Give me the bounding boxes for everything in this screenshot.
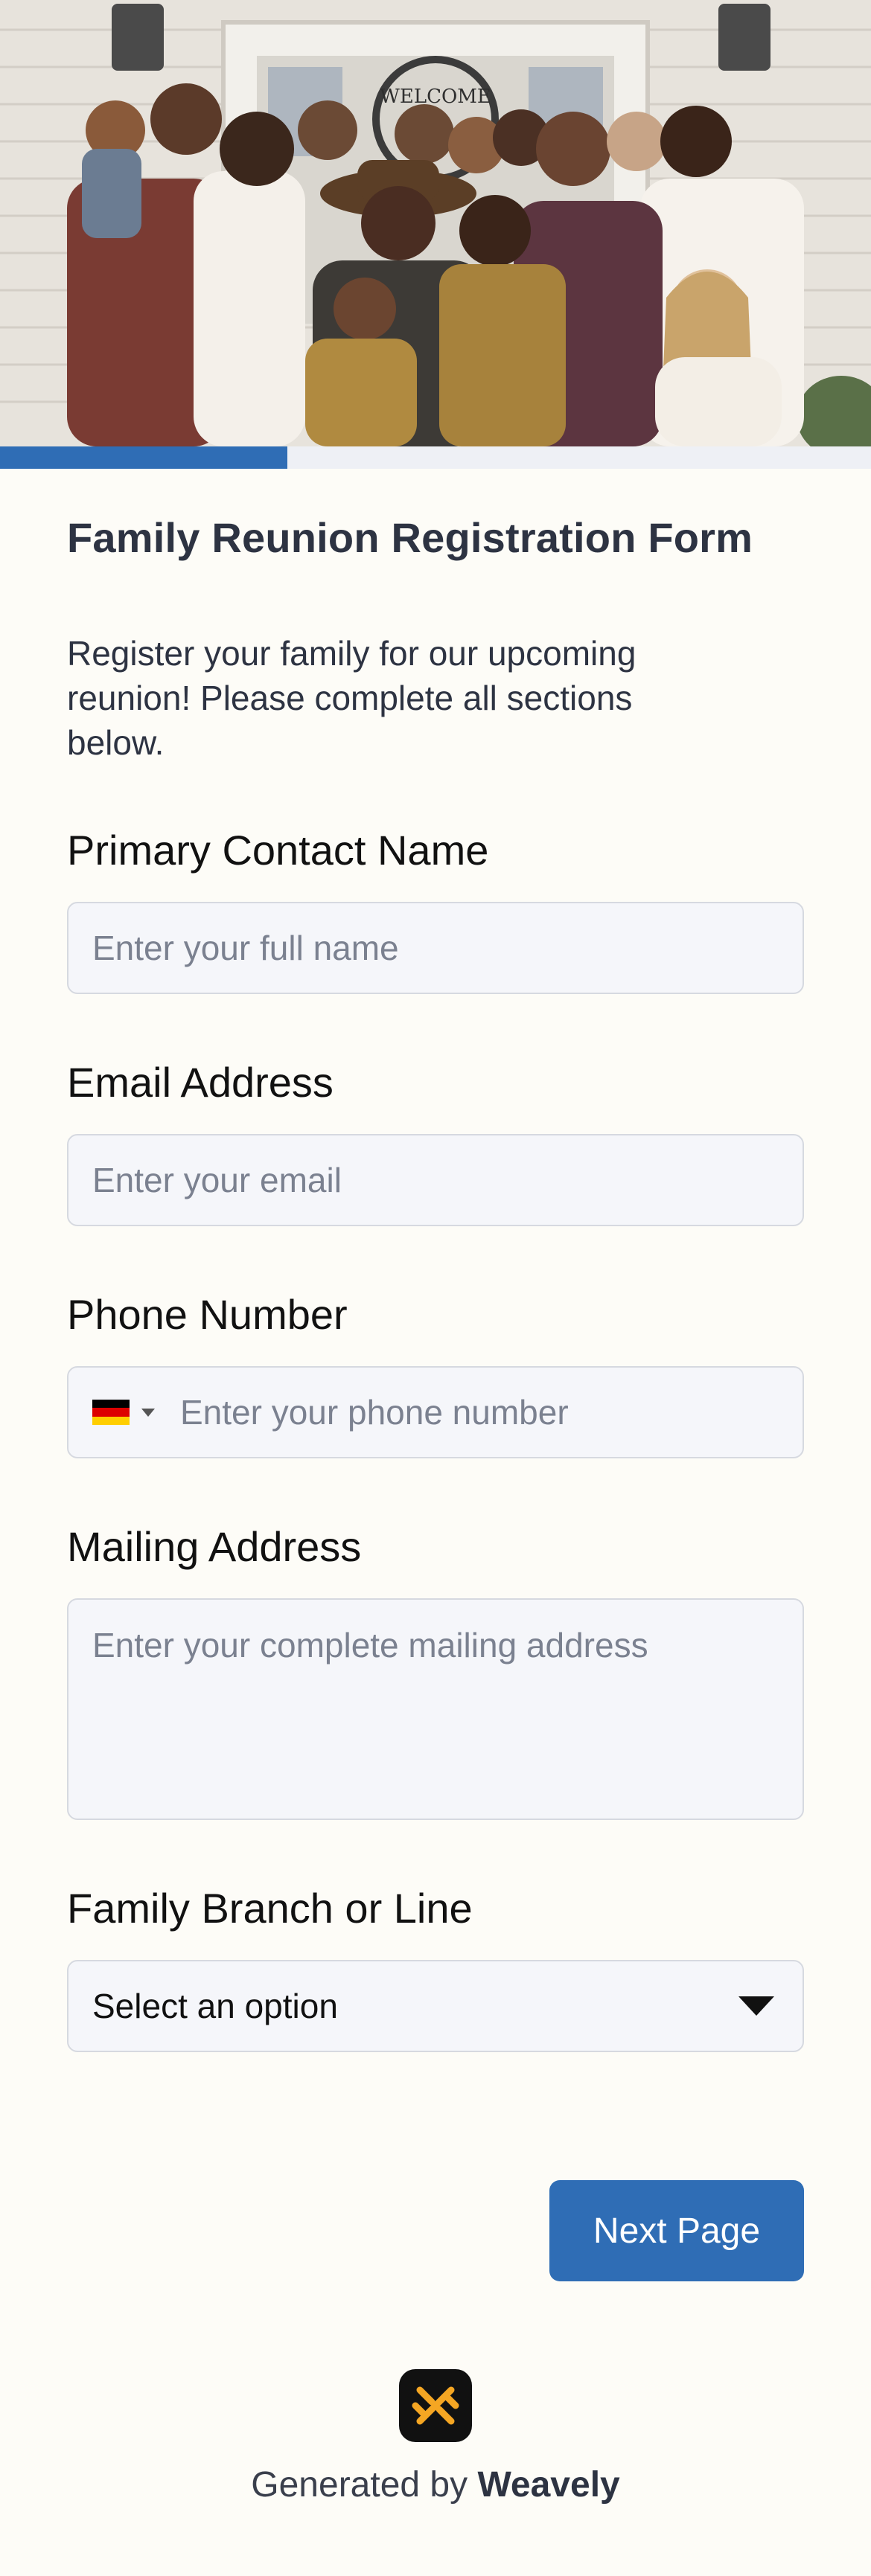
footer-prefix: Generated by	[251, 2465, 478, 2505]
name-placeholder: Enter your full name	[92, 929, 399, 967]
email-label: Email Address	[67, 1059, 334, 1106]
branch-selected-value: Select an option	[92, 1987, 338, 2025]
next-page-button[interactable]: Next Page	[549, 2180, 804, 2281]
form-title: Family Reunion Registration Form	[67, 514, 753, 561]
chevron-down-icon	[738, 1996, 774, 2016]
email-input[interactable]: Enter your email	[67, 1134, 804, 1226]
form-description: Register your family for our upcoming re…	[67, 634, 636, 762]
phone-placeholder: Enter your phone number	[180, 1393, 569, 1432]
name-input[interactable]: Enter your full name	[67, 902, 804, 994]
branch-label: Family Branch or Line	[67, 1885, 473, 1932]
email-placeholder: Enter your email	[92, 1161, 342, 1199]
de-flag-icon[interactable]	[92, 1400, 130, 1425]
footer-credit: Generated by Weavely	[0, 2464, 871, 2505]
country-dropdown-icon[interactable]	[141, 1408, 155, 1417]
welcome-sign-text: WELCOME	[380, 86, 491, 108]
phone-label: Phone Number	[67, 1291, 348, 1338]
address-placeholder: Enter your complete mailing address	[92, 1626, 648, 1665]
weavely-logo-icon[interactable]	[399, 2369, 472, 2442]
branch-select[interactable]: Select an option	[67, 1960, 804, 2052]
progress-bar-fill	[0, 446, 288, 469]
address-textarea[interactable]: Enter your complete mailing address	[67, 1598, 804, 1820]
footer-brand-link[interactable]: Weavely	[477, 2465, 619, 2505]
phone-input[interactable]: Enter your phone number	[67, 1366, 804, 1458]
name-label: Primary Contact Name	[67, 827, 489, 874]
hero-image: WELCOME	[0, 0, 871, 446]
address-label: Mailing Address	[67, 1523, 362, 1570]
progress-bar	[0, 446, 871, 469]
